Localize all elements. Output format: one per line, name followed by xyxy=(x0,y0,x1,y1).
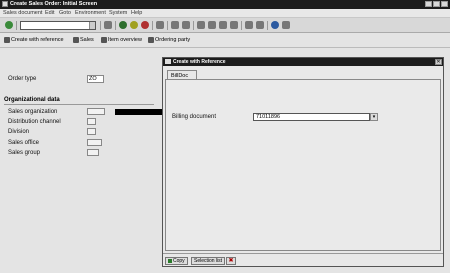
menu-system[interactable]: System xyxy=(109,10,127,16)
cancel-icon: ✖ xyxy=(228,258,234,264)
organizational-data-header: Organizational data xyxy=(4,97,60,103)
cancel-icon[interactable] xyxy=(141,21,149,29)
checkmark-icon xyxy=(168,259,172,263)
cancel-button[interactable]: ✖ xyxy=(226,257,236,265)
create-with-reference-dialog: Create with Reference ✕ BillDoc Billing … xyxy=(162,57,444,267)
standard-toolbar xyxy=(0,18,450,33)
menu-goto[interactable]: Goto xyxy=(59,10,71,16)
sales-office-input[interactable] xyxy=(87,139,102,146)
ordering-party-button[interactable]: Ordering party xyxy=(148,37,190,43)
order-type-input[interactable]: ZO xyxy=(87,75,104,83)
window-titlebar: Create Sales Order: Initial Screen xyxy=(0,0,450,9)
shortcut-icon[interactable] xyxy=(256,21,264,29)
dialog-title: Create with Reference xyxy=(173,59,226,65)
copy-button[interactable]: Copy xyxy=(165,257,188,265)
order-type-label: Order type xyxy=(8,76,37,82)
item-overview-label: Item overview xyxy=(108,37,142,43)
maximize-icon[interactable] xyxy=(433,1,440,7)
possible-entries-icon[interactable]: ▾ xyxy=(370,113,378,121)
enter-icon[interactable] xyxy=(5,21,13,29)
group-divider xyxy=(4,104,154,105)
menu-bar: Sales document Edit Goto Environment Sys… xyxy=(0,9,450,18)
command-field[interactable] xyxy=(20,21,96,30)
create-with-reference-button[interactable]: Create with reference xyxy=(4,37,64,43)
distribution-channel-label: Distribution channel xyxy=(8,119,61,125)
menu-sales-document[interactable]: Sales document xyxy=(3,10,42,16)
ordering-party-icon xyxy=(148,37,154,43)
dialog-titlebar: Create with Reference ✕ xyxy=(163,58,443,66)
item-overview-button[interactable]: Item overview xyxy=(101,37,142,43)
sales-group-label: Sales group xyxy=(8,150,41,156)
sales-office-label: Sales office xyxy=(8,140,39,146)
division-label: Division xyxy=(8,129,30,135)
create-with-reference-label: Create with reference xyxy=(11,37,64,43)
billing-document-label: Billing document xyxy=(172,114,217,120)
ordering-party-label: Ordering party xyxy=(155,37,191,43)
sales-organization-input[interactable] xyxy=(87,108,105,115)
last-page-icon[interactable] xyxy=(230,21,238,29)
toolbar-separator xyxy=(193,21,194,30)
reference-icon xyxy=(4,37,10,43)
menu-edit[interactable]: Edit xyxy=(45,10,54,16)
sales-label: Sales xyxy=(80,37,94,43)
previous-page-icon[interactable] xyxy=(208,21,216,29)
exit-icon[interactable] xyxy=(130,21,138,29)
save-icon[interactable] xyxy=(104,21,112,29)
toolbar-separator xyxy=(267,21,268,30)
item-overview-icon xyxy=(101,37,107,43)
back-icon[interactable] xyxy=(119,21,127,29)
toolbar-separator xyxy=(100,21,101,30)
selection-list-label: Selection list xyxy=(194,258,223,264)
close-icon[interactable] xyxy=(441,1,448,7)
layout-menu-icon[interactable] xyxy=(282,21,290,29)
billing-document-input[interactable]: 71011896 xyxy=(253,113,370,121)
toolbar-separator xyxy=(115,21,116,30)
print-icon[interactable] xyxy=(156,21,164,29)
find-icon[interactable] xyxy=(171,21,179,29)
minimize-icon[interactable] xyxy=(425,1,432,7)
dialog-footer: Copy Selection list ✖ xyxy=(163,253,443,266)
first-page-icon[interactable] xyxy=(197,21,205,29)
find-next-icon[interactable] xyxy=(182,21,190,29)
billdoc-tab-panel: Billing document 71011896 ▾ xyxy=(165,79,441,251)
dialog-app-icon xyxy=(165,59,171,64)
sap-app-icon xyxy=(2,1,8,7)
selection-list-button[interactable]: Selection list xyxy=(191,257,226,265)
command-dropdown-icon[interactable] xyxy=(89,22,95,29)
sales-organization-label: Sales organization xyxy=(8,109,58,115)
toolbar-separator xyxy=(167,21,168,30)
help-icon[interactable] xyxy=(271,21,279,29)
window-title: Create Sales Order: Initial Screen xyxy=(10,1,98,7)
sales-group-input[interactable] xyxy=(87,149,99,156)
copy-label: Copy xyxy=(173,258,185,264)
dialog-close-icon[interactable]: ✕ xyxy=(435,59,442,65)
sales-icon xyxy=(73,37,79,43)
new-session-icon[interactable] xyxy=(245,21,253,29)
sales-organization-description xyxy=(115,109,167,115)
sales-button[interactable]: Sales xyxy=(73,37,94,43)
toolbar-separator xyxy=(16,21,17,30)
window-controls xyxy=(425,1,448,7)
menu-environment[interactable]: Environment xyxy=(75,10,106,16)
next-page-icon[interactable] xyxy=(219,21,227,29)
division-input[interactable] xyxy=(87,128,96,135)
application-toolbar: Create with reference Sales Item overvie… xyxy=(0,34,450,48)
distribution-channel-input[interactable] xyxy=(87,118,96,125)
toolbar-separator xyxy=(241,21,242,30)
toolbar-separator xyxy=(152,21,153,30)
menu-help[interactable]: Help xyxy=(131,10,142,16)
